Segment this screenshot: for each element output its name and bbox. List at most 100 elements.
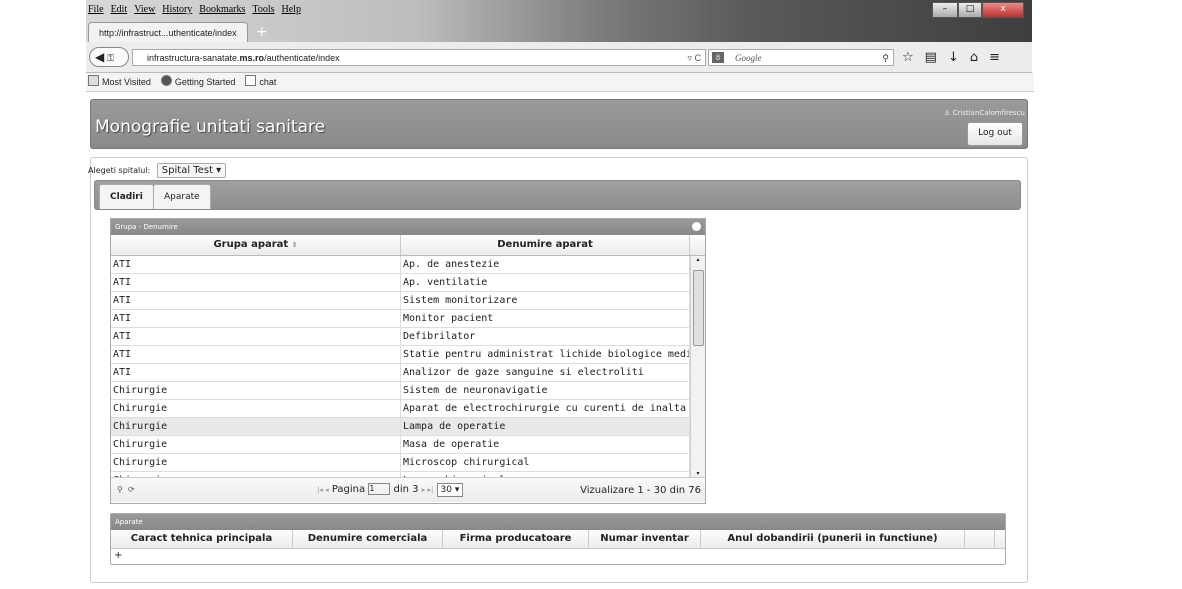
close-button[interactable]: x — [982, 2, 1024, 18]
equipment-grid: Grupa - Denumire Grupa aparat ⇕ Denumire… — [110, 218, 706, 504]
back-button[interactable]: ◀ ⚿ — [89, 47, 129, 67]
collapse-icon[interactable] — [692, 222, 701, 231]
menu-help[interactable]: Help — [282, 4, 301, 15]
first-page-icon[interactable]: |◂ ◂ — [317, 486, 329, 494]
details-header: Caract tehnica principala Denumire comer… — [111, 530, 1005, 549]
url-prefix: infrastructura-sanatate. — [147, 53, 240, 63]
table-row[interactable]: ATI Defibrilator — [111, 328, 705, 346]
search-placeholder: Google — [735, 53, 762, 63]
column-denumire-comerciala[interactable]: Denumire comerciala — [293, 530, 443, 548]
menu-bookmarks[interactable]: Bookmarks — [199, 4, 245, 15]
hospital-select[interactable]: Spital Test ▾ — [156, 163, 227, 178]
url-bar[interactable]: infrastructura-sanatate.ms.ro/authentica… — [132, 49, 706, 66]
page-content: Monografie unitati sanitare ♙ CristianCa… — [86, 92, 1032, 589]
app-header: Monografie unitati sanitare ♙ CristianCa… — [90, 99, 1028, 149]
cell-grupa: ATI — [111, 364, 401, 381]
cell-denumire: Aparat de electrochirurgie cu curenti de… — [401, 400, 690, 417]
vertical-scrollbar[interactable]: ▴ ▾ — [690, 256, 705, 477]
bookmark-most-visited[interactable]: Most Visited — [88, 73, 151, 91]
cell-denumire: Statie pentru administrat lichide biolog… — [401, 346, 690, 363]
search-icon[interactable]: ⚲ — [882, 50, 889, 66]
cell-denumire: Microscop chirurgical — [401, 454, 690, 471]
table-row[interactable]: Chirurgie Sistem de neuronavigatie — [111, 382, 705, 400]
menu-file[interactable]: File — [88, 4, 104, 15]
firefox-icon — [160, 75, 172, 86]
cell-grupa: ATI — [111, 328, 401, 345]
menu-tools[interactable]: Tools — [252, 4, 274, 15]
window-controls: – □ x — [932, 2, 1024, 18]
pager-controls: |◂ ◂ Pagina 1 din 3 ▸ ▸| 30 ▾ — [317, 478, 464, 502]
tab-cladiri[interactable]: Cladiri — [99, 184, 154, 209]
scroll-thumb[interactable] — [693, 270, 704, 346]
cell-grupa: ATI — [111, 274, 401, 291]
toolbar-icons: ☆ ▤ ↓ ⌂ ≡ — [902, 50, 1000, 65]
maximize-button[interactable]: □ — [958, 2, 982, 18]
table-row[interactable]: Chirurgie Masa de operatie — [111, 436, 705, 454]
column-header-grupa[interactable]: Grupa aparat ⇕ — [111, 235, 401, 255]
column-header-denumire[interactable]: Denumire aparat — [401, 235, 690, 255]
bookmark-icon — [88, 75, 99, 86]
menu-bar: File Edit View History Bookmarks Tools H… — [88, 4, 301, 15]
table-row[interactable]: ATI Sistem monitorizare — [111, 292, 705, 310]
google-icon: 8 — [712, 52, 724, 63]
bookmark-star-icon[interactable]: ☆ — [902, 50, 914, 65]
table-row[interactable]: Chirurgie Aparat de electrochirurgie cu c… — [111, 400, 705, 418]
logout-button[interactable]: Log out — [967, 122, 1023, 146]
identity-icon: ⚿ — [104, 54, 114, 64]
search-bar[interactable]: 8 Google ⚲ — [708, 49, 894, 66]
sort-icon: ⇕ — [291, 241, 298, 249]
table-row[interactable]: ATI Analizor de gaze sanguine si electrol… — [111, 364, 705, 382]
table-row[interactable]: ATI Ap. de anestezie — [111, 256, 705, 274]
cell-grupa: Chirurgie — [111, 454, 401, 471]
user-icon: ♙ — [944, 109, 953, 117]
navigation-bar: ◀ ⚿ infrastructura-sanatate.ms.ro/authen… — [86, 42, 1032, 73]
grid-pager: ⚲ ⟳ |◂ ◂ Pagina 1 din 3 ▸ ▸| 30 ▾ Vizual… — [111, 477, 705, 502]
cell-grupa: ATI — [111, 256, 401, 273]
minimize-button[interactable]: – — [932, 2, 958, 18]
menu-view[interactable]: View — [134, 4, 155, 15]
table-row[interactable]: Chirurgie Lampa de operatie — [111, 418, 705, 436]
scroll-up-icon[interactable]: ▴ — [691, 256, 705, 263]
cell-grupa: Chirurgie — [111, 400, 401, 417]
menu-edit[interactable]: Edit — [111, 4, 128, 15]
download-icon[interactable]: ↓ — [948, 50, 959, 65]
column-inventar[interactable]: Numar inventar — [589, 530, 701, 548]
column-caract[interactable]: Caract tehnica principala — [111, 530, 293, 548]
column-anul[interactable]: Anul dobandirii (punerii in functiune) — [701, 530, 965, 548]
add-row-button[interactable]: + — [111, 549, 1005, 563]
hospital-selector: Alegeti spitalul: Spital Test ▾ — [88, 163, 227, 178]
cell-grupa: Chirurgie — [111, 418, 401, 435]
browser-tab[interactable]: http://infrastruct...uthenticate/index — [88, 22, 248, 42]
menu-icon[interactable]: ≡ — [989, 50, 1000, 65]
bookmark-getting-started[interactable]: Getting Started — [160, 73, 235, 91]
tab-aparate[interactable]: Aparate — [153, 184, 211, 209]
bookmark-chat[interactable]: chat — [245, 73, 276, 91]
search-grid-icon[interactable]: ⚲ ⟳ — [117, 478, 135, 502]
table-row[interactable]: ATI Ap. ventilatie — [111, 274, 705, 292]
table-row[interactable]: Chirurgie Microscop chirurgical — [111, 454, 705, 472]
next-page-icon[interactable]: ▸ ▸| — [422, 486, 434, 494]
reload-icon[interactable]: ▿ C — [687, 50, 701, 66]
url-domain: ms.ro — [239, 53, 265, 63]
scroll-down-icon[interactable]: ▾ — [691, 470, 705, 477]
menu-history[interactable]: History — [162, 4, 192, 15]
table-row[interactable]: ATI Statie pentru administrat lichide bio… — [111, 346, 705, 364]
bookmarks-bar: Most Visited Getting Started chat — [86, 73, 1034, 92]
page-input[interactable]: 1 — [368, 483, 391, 495]
table-row[interactable]: ATI Monitor pacient — [111, 310, 705, 328]
page-total: din 3 — [393, 484, 419, 495]
cell-denumire: Sistem monitorizare — [401, 292, 690, 309]
user-name: ♙ CristianCalomfirescu — [944, 109, 1025, 117]
clipboard-icon[interactable]: ▤ — [925, 50, 937, 65]
cell-denumire: Ap. de anestezie — [401, 256, 690, 273]
chevron-down-icon: ▾ — [216, 165, 222, 176]
grid-rows: ATI Ap. de anestezie ATI Ap. ventilatie ATI S… — [111, 256, 705, 477]
cell-grupa: Chirurgie — [111, 382, 401, 399]
rows-per-page-select[interactable]: 30 ▾ — [436, 483, 464, 497]
cell-denumire: Analizor de gaze sanguine si electroliti — [401, 364, 690, 381]
page-title: Monografie unitati sanitare — [95, 117, 326, 137]
grid-caption: Grupa - Denumire — [111, 219, 705, 235]
new-tab-icon[interactable]: + — [256, 24, 268, 40]
home-icon[interactable]: ⌂ — [970, 50, 978, 65]
column-firma[interactable]: Firma producatoare — [443, 530, 589, 548]
